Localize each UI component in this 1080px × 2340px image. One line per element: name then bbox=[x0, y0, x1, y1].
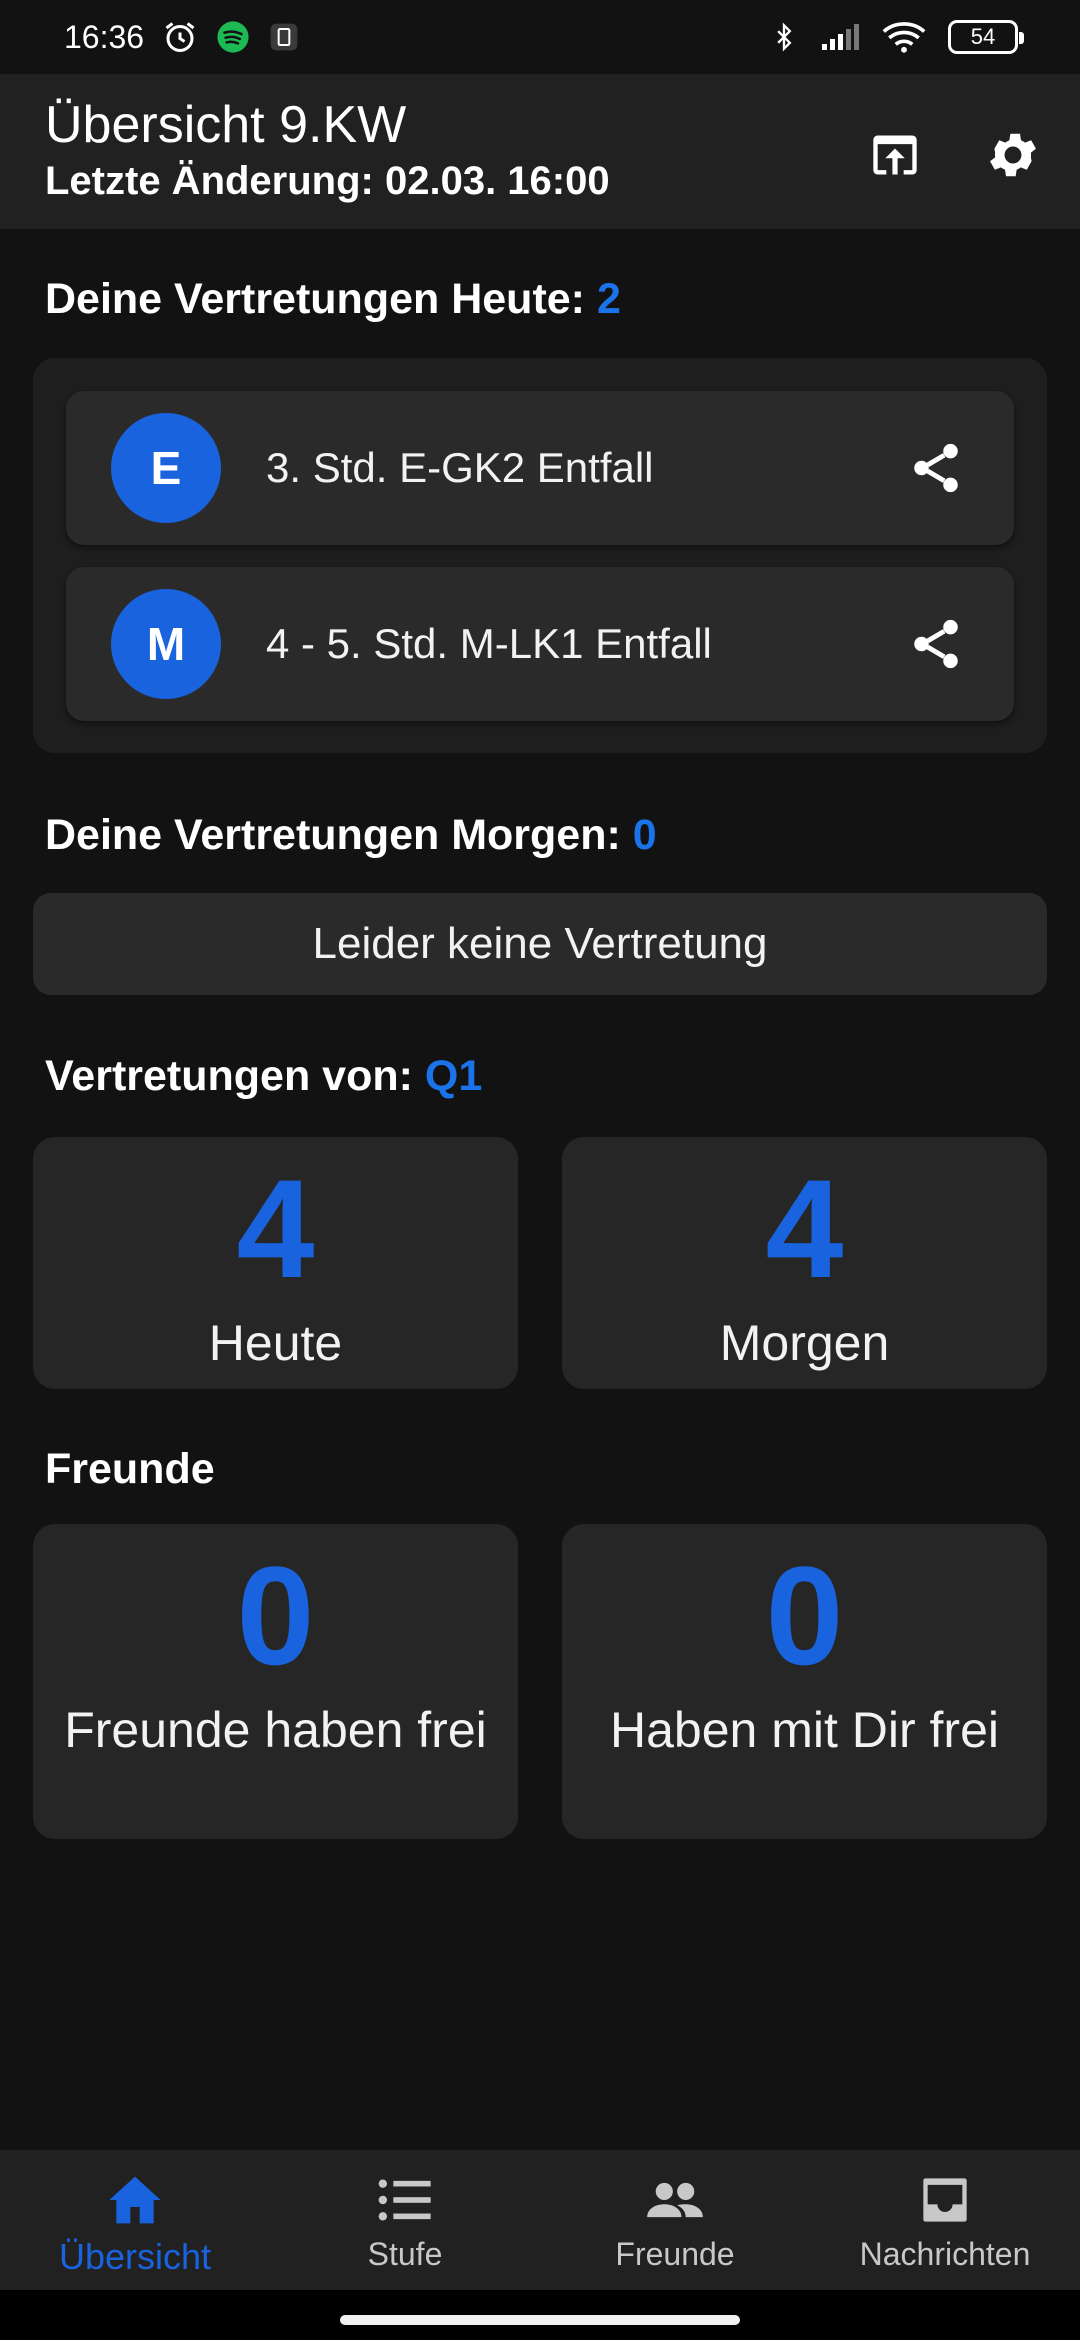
stat-label: Haben mit Dir frei bbox=[610, 1702, 999, 1758]
battery-icon: 54 bbox=[948, 20, 1024, 54]
tomorrow-count: 0 bbox=[632, 811, 657, 859]
settings-icon bbox=[990, 133, 1036, 177]
grade-today-card[interactable]: 4 Heute bbox=[33, 1137, 518, 1389]
alarm-icon bbox=[162, 19, 198, 55]
open-in-browser-icon bbox=[873, 135, 917, 175]
stat-number: 0 bbox=[236, 1537, 315, 1694]
nav-label: Übersicht bbox=[58, 2236, 212, 2277]
home-indicator[interactable] bbox=[340, 2315, 740, 2325]
nav-item-freunde[interactable]: Freunde bbox=[540, 2150, 810, 2290]
subject-avatar: M bbox=[111, 589, 221, 699]
signal-icon bbox=[820, 22, 860, 52]
grade-header: Vertretungen von: Q1 bbox=[45, 1052, 482, 1101]
stat-number: 4 bbox=[236, 1150, 315, 1307]
stat-label: Morgen bbox=[719, 1315, 890, 1371]
grade-label: Vertretungen von: bbox=[45, 1052, 425, 1100]
substitution-text: 4 - 5. Std. M-LK1 Entfall bbox=[266, 620, 712, 667]
battery-level: 54 bbox=[970, 24, 996, 49]
share-icon bbox=[914, 443, 958, 493]
screen: 16:36 54 Übersicht 9.KW Letzte Änderung:… bbox=[0, 0, 1080, 2340]
status-bar: 16:36 54 bbox=[0, 0, 1080, 74]
substitution-item[interactable]: E 3. Std. E-GK2 Entfall bbox=[66, 391, 1014, 545]
tomorrow-label: Deine Vertretungen Morgen: bbox=[45, 811, 633, 859]
subject-avatar: E bbox=[111, 413, 221, 523]
today-header: Deine Vertretungen Heute: 2 bbox=[45, 275, 621, 324]
home-icon bbox=[105, 2172, 165, 2228]
free-with-you-card[interactable]: 0 Haben mit Dir frei bbox=[562, 1524, 1047, 1839]
grade-value: Q1 bbox=[424, 1052, 483, 1100]
nav-item-nachrichten[interactable]: Nachrichten bbox=[810, 2150, 1080, 2290]
status-time: 16:36 bbox=[64, 18, 145, 55]
friends-free-card[interactable]: 0 Freunde haben frei bbox=[33, 1524, 518, 1839]
substitution-text: 3. Std. E-GK2 Entfall bbox=[266, 444, 654, 491]
nav-label: Stufe bbox=[367, 2236, 443, 2272]
substitution-item[interactable]: M 4 - 5. Std. M-LK1 Entfall bbox=[66, 567, 1014, 721]
wifi-icon bbox=[882, 20, 926, 54]
stat-number: 0 bbox=[765, 1537, 844, 1694]
app-notification-icon bbox=[268, 21, 300, 53]
today-label: Deine Vertretungen Heute: bbox=[45, 275, 597, 323]
spotify-icon bbox=[216, 20, 250, 54]
people-icon bbox=[645, 2172, 705, 2228]
tomorrow-header: Deine Vertretungen Morgen: 0 bbox=[45, 811, 657, 860]
bluetooth-icon bbox=[770, 19, 798, 55]
inbox-icon bbox=[915, 2172, 975, 2228]
share-button[interactable] bbox=[904, 612, 968, 676]
bottom-navigation: Übersicht Stufe Freunde Nachrichten bbox=[0, 2150, 1080, 2290]
grade-tomorrow-card[interactable]: 4 Morgen bbox=[562, 1137, 1047, 1389]
stat-label: Heute bbox=[208, 1315, 343, 1371]
stat-label: Freunde haben frei bbox=[64, 1702, 487, 1758]
nav-label: Nachrichten bbox=[859, 2236, 1031, 2272]
nav-label: Freunde bbox=[615, 2236, 735, 2272]
nav-item-stufe[interactable]: Stufe bbox=[270, 2150, 540, 2290]
nav-item-uebersicht[interactable]: Übersicht bbox=[0, 2150, 270, 2290]
open-in-browser-button[interactable] bbox=[864, 124, 926, 186]
today-substitutions-card: E 3. Std. E-GK2 Entfall M 4 - 5. Std. M-… bbox=[33, 358, 1047, 753]
friends-header: Freunde bbox=[45, 1445, 215, 1493]
share-icon bbox=[914, 619, 958, 669]
list-icon bbox=[375, 2172, 435, 2228]
share-button[interactable] bbox=[904, 436, 968, 500]
today-count: 2 bbox=[596, 275, 621, 323]
app-bar: Übersicht 9.KW Letzte Änderung: 02.03. 1… bbox=[0, 74, 1080, 229]
stat-number: 4 bbox=[765, 1150, 844, 1307]
no-substitution-card: Leider keine Vertretung bbox=[33, 893, 1047, 995]
settings-button[interactable] bbox=[982, 124, 1044, 186]
